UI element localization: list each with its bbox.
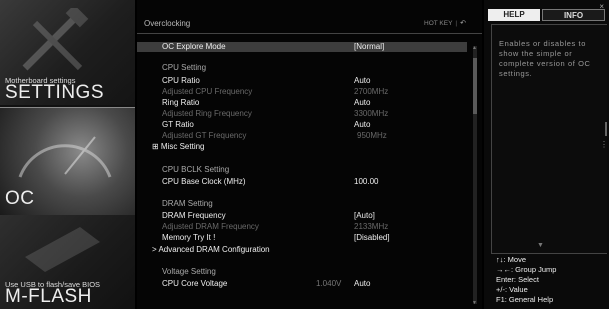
setting-adjusted-ring-frequency: Adjusted Ring Frequency 3300MHz (137, 109, 467, 119)
setting-value: [Disabled] (354, 233, 390, 242)
wrench-hammer-icon (22, 8, 89, 71)
key-value: +/-: Value (496, 285, 528, 294)
nav-mflash[interactable]: Use USB to flash/save BIOS M-FLASH (0, 215, 135, 309)
setting-label: CPU Ratio (162, 76, 200, 85)
setting-value: Auto (354, 76, 371, 85)
setting-memory-try-it[interactable]: Memory Try It ! [Disabled] (137, 233, 467, 243)
hotkey-label: HOT KEY (424, 20, 453, 27)
scroll-down-icon[interactable]: ▼ (472, 300, 477, 306)
setting-cpu-ratio[interactable]: CPU Ratio Auto (137, 76, 467, 86)
main-panel: Overclocking HOT KEY | ↶ OC Explore Mode [… (137, 0, 482, 309)
current-voltage: 1.040V (316, 279, 342, 288)
page-title: Overclocking (144, 19, 191, 28)
hotkey-separator: | (455, 20, 458, 27)
setting-label: DRAM Frequency (162, 211, 226, 220)
left-nav: Motherboard settings SETTINGS OC Use USB… (0, 0, 135, 309)
setting-label: OC Explore Mode (162, 42, 226, 51)
tab-info[interactable]: INFO (542, 9, 605, 21)
help-tabs: HELP INFO × (488, 2, 605, 21)
scrollbar[interactable]: ▲ ▼ (472, 45, 477, 306)
setting-label: Memory Try It ! (162, 233, 216, 242)
setting-oc-explore-mode[interactable]: OC Explore Mode [Normal] (137, 42, 467, 52)
setting-value: Auto (354, 98, 371, 107)
section-label: CPU BCLK Setting (162, 165, 230, 174)
setting-value: 100.00 (354, 177, 379, 186)
setting-cpu-base-clock[interactable]: CPU Base Clock (MHz) 100.00 (137, 177, 467, 187)
hotkey-area[interactable]: HOT KEY | ↶ (424, 19, 466, 27)
chevron-down-icon[interactable]: ▼ (537, 242, 544, 249)
setting-label: Adjusted CPU Frequency (162, 87, 253, 96)
setting-value: Auto (354, 279, 371, 288)
setting-value: Auto (354, 120, 371, 129)
section-cpu-setting: CPU Setting (137, 63, 467, 73)
setting-value: 2133MHz (354, 222, 389, 231)
panel-drag-handle[interactable] (605, 122, 607, 136)
help-panel: HELP INFO × Enables or disables to show … (484, 0, 609, 309)
setting-value: 2700MHz (354, 87, 389, 96)
setting-value: [Auto] (354, 211, 375, 220)
setting-label: Adjusted GT Frequency (162, 131, 247, 140)
nav-oc[interactable]: OC (0, 107, 135, 216)
key-general-help: F1: General Help (496, 295, 554, 304)
nav-settings[interactable]: Motherboard settings SETTINGS (0, 0, 135, 105)
close-icon[interactable]: × (599, 2, 604, 11)
key-group-jump: →←: Group Jump (496, 265, 557, 274)
setting-value: 3300MHz (354, 109, 389, 118)
back-icon[interactable]: ↶ (460, 20, 466, 27)
setting-dram-frequency[interactable]: DRAM Frequency [Auto] (137, 211, 467, 221)
setting-cpu-core-voltage[interactable]: CPU Core Voltage 1.040V Auto (137, 279, 467, 289)
section-cpu-bclk-setting: CPU BCLK Setting (137, 165, 467, 175)
setting-label: CPU Core Voltage (162, 279, 228, 288)
scrollbar-thumb[interactable] (473, 58, 477, 114)
help-text: Enables or disables to show the simple o… (499, 39, 591, 78)
setting-label: Ring Ratio (162, 98, 200, 107)
setting-gt-ratio[interactable]: GT Ratio Auto (137, 120, 467, 130)
setting-value: 950MHz (357, 131, 387, 140)
more-icon[interactable]: ⋮ (600, 140, 608, 149)
submenu-label: > Advanced DRAM Configuration (152, 245, 270, 254)
key-move: ↑↓: Move (496, 255, 527, 264)
key-select: Enter: Select (496, 275, 539, 284)
key-legend: ↑↓: Move →←: Group Jump Enter: Select +/… (496, 255, 606, 305)
scroll-up-icon[interactable]: ▲ (472, 45, 477, 51)
section-label: CPU Setting (162, 63, 207, 72)
setting-label: CPU Base Clock (MHz) (162, 177, 246, 186)
submenu-label: ⊞ Misc Setting (152, 142, 205, 151)
setting-value: [Normal] (354, 42, 385, 51)
section-voltage-setting: Voltage Setting (137, 267, 467, 277)
help-box: Enables or disables to show the simple o… (491, 24, 607, 254)
settings-title: SETTINGS (5, 82, 105, 103)
mflash-title: M-FLASH (5, 286, 92, 307)
tab-help[interactable]: HELP (488, 9, 540, 21)
submenu-advanced-dram-configuration[interactable]: > Advanced DRAM Configuration (137, 245, 467, 255)
gauge-icon (18, 136, 112, 178)
divider (137, 33, 482, 34)
oc-title: OC (5, 188, 35, 209)
submenu-misc-setting[interactable]: ⊞ Misc Setting (137, 142, 467, 152)
setting-label: Adjusted DRAM Frequency (162, 222, 259, 231)
section-dram-setting: DRAM Setting (137, 199, 467, 209)
setting-ring-ratio[interactable]: Ring Ratio Auto (137, 98, 467, 108)
usb-icon (25, 227, 100, 272)
setting-adjusted-cpu-frequency: Adjusted CPU Frequency 2700MHz (137, 87, 467, 97)
setting-label: GT Ratio (162, 120, 194, 129)
setting-label: Adjusted Ring Frequency (162, 109, 252, 118)
setting-adjusted-dram-frequency: Adjusted DRAM Frequency 2133MHz (137, 222, 467, 232)
section-label: DRAM Setting (162, 199, 213, 208)
setting-adjusted-gt-frequency: Adjusted GT Frequency 950MHz (137, 131, 467, 141)
section-label: Voltage Setting (162, 267, 216, 276)
